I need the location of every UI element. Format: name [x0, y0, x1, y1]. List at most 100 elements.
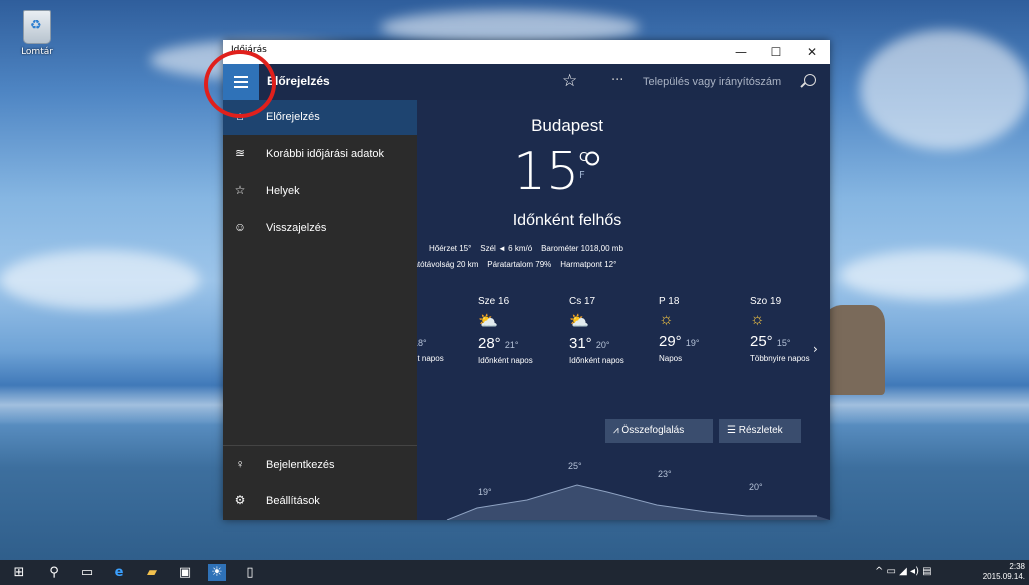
- forecast-day[interactable]: Szo 19 ☼ 25° 15° Többnyire napos: [750, 296, 820, 364]
- task-view-icon[interactable]: ▭: [78, 564, 96, 581]
- sidebar-item-historical[interactable]: ≊ Korábbi időjárási adatok: [223, 137, 417, 172]
- day-temps: 31° 20°: [569, 335, 649, 352]
- high-temp: 31°: [569, 335, 592, 352]
- details-button[interactable]: ☰ Részletek: [719, 419, 801, 443]
- fahrenheit-toggle[interactable]: F: [579, 170, 585, 181]
- sidebar-item-sign-in[interactable]: ♀ Bejelentkezés: [223, 448, 417, 483]
- weather-app-taskbar-icon[interactable]: ☀: [208, 564, 226, 581]
- partly-sunny-icon: ⛅: [478, 313, 498, 330]
- humidity: Páratartalom 79%: [487, 260, 552, 269]
- forecast-panel: Budapest 15° C F Időnként felhős Hőérzet…: [417, 100, 830, 520]
- gear-icon: ⚙: [234, 493, 246, 507]
- window-titlebar[interactable]: Időjárás — ☐ ✕: [223, 40, 830, 64]
- dew-point: Harmatpont 12°: [560, 260, 617, 269]
- low-temp: 15°: [776, 338, 791, 348]
- day-temps: 25° 15°: [750, 333, 820, 350]
- sidebar-item-label: Helyek: [266, 185, 300, 197]
- current-condition: Időnként felhős: [512, 212, 622, 229]
- search-icon[interactable]: [804, 74, 816, 86]
- sidebar-item-label: Előrejelzés: [266, 111, 320, 123]
- graph-label: 23°: [658, 469, 672, 479]
- recycle-bin-label: Lomtár: [21, 47, 53, 57]
- graph-label: 25°: [568, 461, 582, 471]
- chevron-right-icon[interactable]: ›: [813, 342, 818, 356]
- favorite-star-icon[interactable]: ☆: [562, 71, 577, 91]
- wallpaper-cloud: [0, 250, 200, 310]
- details-label: Részletek: [738, 425, 783, 436]
- sidebar-item-label: Bejelentkezés: [266, 459, 335, 471]
- day-description: Időnként napos: [569, 356, 624, 365]
- recycle-bin-shortcut[interactable]: Lomtár: [14, 10, 60, 57]
- close-button[interactable]: ✕: [795, 40, 829, 64]
- sidebar-item-label: Visszajelzés: [266, 222, 327, 234]
- smiley-icon: ☺: [233, 220, 247, 234]
- forecast-day[interactable]: Sze 16 ⛅ 28° 21° Időnként napos: [478, 296, 558, 366]
- visibility: Látótávolság 20 km: [417, 260, 479, 269]
- more-options-button[interactable]: ···: [611, 73, 623, 88]
- details-row-1: Hőérzet 15° Szél ◄ 6 km/ó Barométer 1018…: [429, 244, 623, 253]
- day-description: Többnyire napos: [750, 354, 810, 363]
- system-tray-icons[interactable]: ^ ▭ ◢ ◂) ▤: [875, 566, 932, 577]
- minimize-button[interactable]: —: [724, 40, 758, 64]
- day-name: Szo 19: [750, 296, 782, 307]
- high-temp: 28°: [478, 335, 501, 352]
- celsius-toggle[interactable]: C: [579, 150, 587, 164]
- graph-label: 19°: [478, 487, 492, 497]
- summary-button[interactable]: ⩘ Összefoglalás: [605, 419, 713, 443]
- maximize-button[interactable]: ☐: [759, 40, 793, 64]
- temperature-area: [447, 485, 830, 520]
- edge-browser-icon[interactable]: e: [110, 564, 128, 581]
- taskbar: ⊞ ⚲ ▭ e ▰ ▣ ☀ ▯ ^ ▭ ◢ ◂) ▤ 2:38 2015.09.…: [0, 560, 1029, 585]
- start-windows-icon[interactable]: ⊞: [10, 564, 28, 581]
- day-temps: 28° 21°: [478, 335, 558, 352]
- forecast-day[interactable]: P 18 ☼ 29° 19° Napos: [659, 296, 739, 364]
- notepad-icon[interactable]: ▯: [241, 564, 259, 581]
- day-name: Cs 17: [569, 296, 596, 307]
- person-icon: ♀: [235, 457, 245, 471]
- sidebar-item-feedback[interactable]: ☺ Visszajelzés: [223, 211, 417, 246]
- forecast-day[interactable]: Cs 17 ⛅ 31° 20° Időnként napos: [569, 296, 649, 366]
- sidebar-item-label: Beállítások: [266, 495, 320, 507]
- high-temp: 25°: [750, 333, 773, 350]
- details-row-2: Látótávolság 20 km Páratartalom 79% Harm…: [417, 260, 616, 269]
- store-icon[interactable]: ▣: [176, 564, 194, 581]
- low-temp: 18°: [417, 338, 427, 348]
- day-name: P 18: [659, 296, 680, 307]
- sunny-icon: ☼: [750, 311, 765, 328]
- app-header: Előrejelzés ☆ ··· Település vagy irányít…: [223, 64, 830, 100]
- feels-like: Hőérzet 15°: [429, 244, 472, 253]
- partly-sunny-icon: ⛅: [569, 313, 589, 330]
- page-title: Előrejelzés: [267, 74, 330, 88]
- sidebar-item-places[interactable]: ☆ Helyek: [223, 174, 417, 209]
- day-description: Időnként napos: [478, 356, 533, 365]
- highlight-circle: [204, 50, 276, 118]
- weather-app-window: Időjárás — ☐ ✕ Előrejelzés ☆ ··· Települ…: [223, 40, 830, 520]
- clock[interactable]: 2:38 2015.09.14.: [983, 562, 1025, 582]
- sidebar-item-settings[interactable]: ⚙ Beállítások: [223, 484, 417, 519]
- wallpaper-cloud: [860, 30, 1029, 150]
- clock-date: 2015.09.14.: [982, 572, 1025, 581]
- search-input[interactable]: Település vagy irányítószám: [643, 72, 813, 94]
- sidebar-divider: [223, 445, 417, 446]
- clock-time: 2:38: [1009, 562, 1025, 571]
- current-temperature: 15°: [513, 142, 606, 202]
- temperature-graph: [446, 484, 830, 520]
- low-temp: 19°: [685, 338, 700, 348]
- chart-line-icon: ⩘: [613, 425, 619, 436]
- high-temp: 29°: [659, 333, 682, 350]
- list-icon: ☰: [727, 425, 736, 436]
- low-temp: 20°: [595, 340, 610, 350]
- sidebar-item-label: Korábbi időjárási adatok: [266, 148, 385, 160]
- navigation-sidebar: ⌂ Előrejelzés ≊ Korábbi időjárási adatok…: [223, 100, 417, 520]
- wallpaper-cloud: [840, 250, 1029, 300]
- sunny-icon: ☼: [659, 311, 674, 328]
- low-temp: 21°: [504, 340, 519, 350]
- file-explorer-icon[interactable]: ▰: [143, 564, 161, 581]
- barometer: Barométer 1018,00 mb: [541, 244, 623, 253]
- summary-label: Összefoglalás: [621, 425, 685, 436]
- search-icon[interactable]: ⚲: [45, 564, 63, 581]
- day-name: Sze 16: [478, 296, 510, 307]
- history-chart-icon: ≊: [234, 146, 246, 160]
- day-description: Napos: [659, 354, 683, 363]
- day-temps: 29° 19°: [659, 333, 739, 350]
